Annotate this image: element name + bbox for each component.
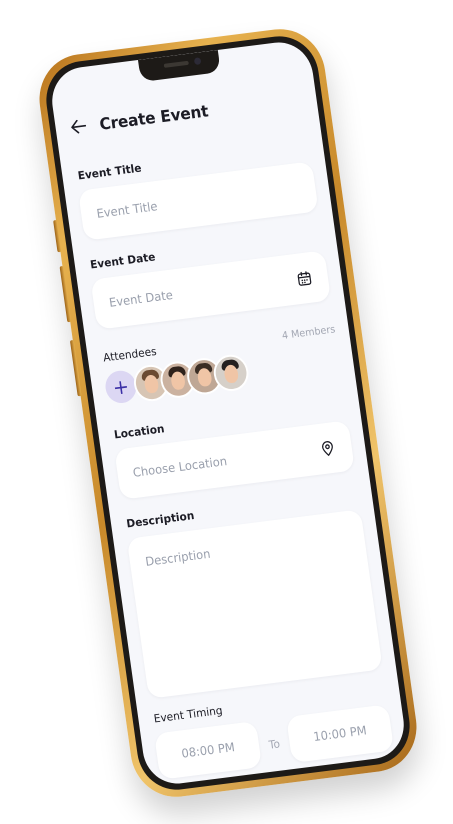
speaker: [163, 60, 189, 68]
end-time-value: 10:00 PM: [312, 723, 368, 745]
phone-mockup: Create Event Event Title Event Title Eve…: [0, 0, 453, 824]
attendees-label: Attendees: [102, 344, 158, 365]
start-time-group: Event Timing 08:00 PM: [151, 700, 263, 780]
phone-bezel: Create Event Event Title Event Title Eve…: [41, 31, 415, 795]
location-pin-icon[interactable]: [318, 438, 338, 458]
end-time-group: 10:00 PM: [285, 704, 395, 764]
event-timing: Event Timing 08:00 PM To 10:00 PM: [151, 683, 395, 780]
event-timing-label: Event Timing: [152, 703, 224, 726]
event-title-placeholder: Event Title: [95, 199, 159, 221]
screen: Create Event Event Title Event Title Eve…: [47, 38, 409, 788]
create-event-screen: Create Event Event Title Event Title Eve…: [68, 88, 395, 786]
volume-up-button: [53, 219, 62, 253]
event-date-placeholder: Event Date: [108, 287, 174, 310]
back-arrow-icon[interactable]: [68, 115, 90, 137]
page-title: Create Event: [98, 100, 210, 134]
notch: [137, 49, 221, 83]
to-separator: To: [267, 737, 281, 752]
calendar-icon[interactable]: [294, 268, 314, 288]
location-placeholder: Choose Location: [131, 453, 228, 480]
end-time-input[interactable]: 10:00 PM: [285, 704, 395, 764]
phone-frame: Create Event Event Title Event Title Eve…: [33, 24, 423, 802]
members-count: 4 Members: [281, 324, 337, 342]
add-attendee-button[interactable]: +: [103, 368, 139, 405]
description-placeholder: Description: [144, 546, 212, 569]
start-time-input[interactable]: 08:00 PM: [153, 720, 263, 780]
camera: [193, 57, 202, 66]
description-textarea[interactable]: Description: [126, 509, 383, 699]
start-time-value: 08:00 PM: [180, 739, 236, 761]
header: Create Event: [68, 88, 305, 138]
